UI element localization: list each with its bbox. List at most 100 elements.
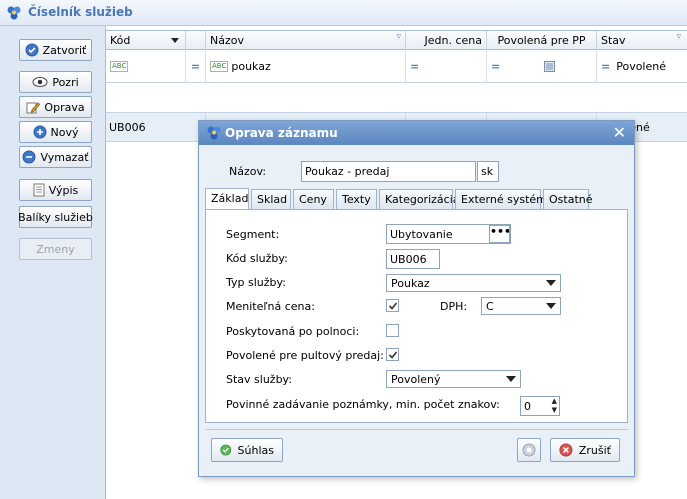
- dialog-footer: Súhlas Zrušiť: [205, 429, 628, 469]
- counter-sale-checkbox[interactable]: [386, 348, 399, 361]
- plus-circle-icon: [33, 125, 46, 139]
- eye-icon: [32, 77, 48, 87]
- help-button[interactable]: [517, 438, 541, 462]
- edit-button[interactable]: Oprava: [19, 96, 92, 118]
- tab-sklad[interactable]: Sklad: [251, 189, 291, 209]
- midnight-checkbox[interactable]: [386, 324, 399, 337]
- filter-status[interactable]: = Povolené: [597, 51, 687, 82]
- service-status-select[interactable]: Povolený: [386, 370, 521, 388]
- edit-button-label: Oprava: [44, 100, 85, 114]
- filter-icon: ▿: [676, 32, 681, 42]
- abc-filter-icon: ABC: [110, 61, 129, 72]
- minus-circle-icon: [22, 150, 36, 164]
- midnight-label: Poskytovaná po polnoci:: [226, 325, 360, 338]
- dialog-title: Oprava záznamu: [225, 126, 338, 140]
- name-label: Názov:: [229, 165, 267, 178]
- filter-price[interactable]: =: [406, 51, 487, 82]
- chevron-down-icon: [546, 280, 556, 286]
- report-button[interactable]: Výpis: [19, 179, 92, 201]
- chevron-down-icon: [506, 376, 516, 382]
- service-status-label: Stav služby:: [226, 373, 292, 386]
- tab-externe-systemy[interactable]: Externé systémy: [455, 189, 553, 209]
- window-title: Číselník služieb: [28, 5, 133, 19]
- packages-button-label: Balíky služieb: [18, 210, 93, 224]
- filter-icon: ▿: [396, 32, 401, 42]
- segment-label: Segment:: [226, 228, 280, 241]
- stepper-arrows-icon[interactable]: ▲ ▼: [552, 397, 557, 415]
- vat-select[interactable]: C: [481, 297, 561, 315]
- dialog-title-bar: Oprava záznamu ✕: [199, 121, 634, 145]
- variable-price-label: Meniteľná cena:: [226, 300, 315, 313]
- tab-texty[interactable]: Texty: [336, 189, 377, 209]
- filter-name[interactable]: ABC poukaz: [206, 51, 406, 82]
- column-header-name[interactable]: Názov ▿: [206, 31, 406, 50]
- note-min-chars-label: Povinné zadávanie poznámky, min. počet z…: [226, 398, 500, 411]
- tab-ceny[interactable]: Ceny: [293, 189, 334, 209]
- segment-browse-button[interactable]: •••: [489, 225, 510, 243]
- sidebar: Zatvoriť Pozri Oprava Nový Vymazať Výpis…: [0, 26, 106, 499]
- equals-icon: =: [491, 60, 501, 73]
- changes-button[interactable]: Zmeny: [19, 238, 92, 260]
- changes-button-label: Zmeny: [36, 242, 75, 256]
- cancel-circle-icon: [559, 443, 573, 457]
- column-header-price[interactable]: Jedn. cena: [406, 31, 487, 50]
- cancel-button-label: Zrušiť: [578, 443, 611, 457]
- new-button-label: Nový: [50, 125, 79, 139]
- delete-button-label: Vymazať: [40, 150, 89, 164]
- cancel-button[interactable]: Zrušiť: [550, 438, 620, 462]
- column-header-code[interactable]: Kód: [106, 31, 186, 50]
- service-type-select[interactable]: Poukaz: [386, 274, 561, 292]
- tab-panel-zaklad: Segment: Ubytovanie ••• Kód služby: UB00…: [205, 209, 628, 423]
- filter-row: ABC = ABC poukaz = = = Povolené: [106, 51, 687, 83]
- pencil-icon: [26, 102, 41, 114]
- cell-code: UB006: [106, 113, 206, 141]
- note-min-chars-stepper[interactable]: 0 ▲ ▼: [520, 396, 560, 416]
- edit-record-dialog: Oprava záznamu ✕ Názov: Poukaz - predaj …: [198, 120, 635, 477]
- close-icon[interactable]: ✕: [613, 123, 626, 142]
- packages-button[interactable]: Balíky služieb: [18, 206, 93, 228]
- filter-allowed-pp-checkbox[interactable]: [544, 61, 556, 72]
- service-code-input[interactable]: UB006: [386, 249, 440, 269]
- grid-header: Kód Názov ▿ Jedn. cena Povolená pre PP S…: [106, 30, 687, 50]
- check-circle-icon: [220, 444, 232, 456]
- counter-sale-label: Povolené pre pultový predaj:: [226, 349, 384, 362]
- name-input[interactable]: Poukaz - predaj: [301, 161, 476, 182]
- filter-code[interactable]: ABC: [106, 51, 186, 82]
- tab-zaklad[interactable]: Základ: [205, 188, 249, 209]
- new-button[interactable]: Nový: [19, 121, 92, 143]
- column-header-allowed-pp[interactable]: Povolená pre PP: [487, 31, 597, 50]
- abc-filter-icon: ABC: [210, 61, 229, 72]
- close-button-label: Zatvoriť: [42, 43, 87, 57]
- app-icon: [7, 6, 21, 20]
- checkmark-icon: [388, 301, 397, 310]
- tab-ostatne[interactable]: Ostatné: [543, 189, 593, 209]
- app-icon: [207, 126, 221, 140]
- close-button[interactable]: Zatvoriť: [19, 39, 92, 61]
- confirm-button[interactable]: Súhlas: [211, 438, 283, 462]
- delete-button[interactable]: Vymazať: [19, 146, 92, 168]
- column-header-status[interactable]: Stav ▿: [597, 31, 687, 50]
- help-icon: [522, 443, 536, 457]
- tab-kategorizacia[interactable]: Kategorizácia: [379, 189, 460, 209]
- filter-allowed-pp[interactable]: =: [487, 51, 597, 82]
- confirm-button-label: Súhlas: [237, 443, 274, 457]
- check-circle-icon: [25, 43, 39, 57]
- view-button-label: Pozri: [52, 75, 79, 89]
- equals-icon: =: [410, 60, 420, 73]
- equals-icon: =: [190, 60, 201, 73]
- filter-operator-name[interactable]: =: [186, 51, 206, 82]
- sort-desc-icon: [171, 38, 179, 43]
- language-input[interactable]: sk: [477, 161, 499, 182]
- vat-label: DPH:: [440, 300, 468, 313]
- view-button[interactable]: Pozri: [19, 71, 92, 93]
- checkmark-icon: [388, 350, 397, 359]
- chevron-down-icon: [546, 303, 556, 309]
- window-title-bar: Číselník služieb: [0, 0, 687, 26]
- service-type-label: Typ služby:: [226, 276, 286, 289]
- variable-price-checkbox[interactable]: [386, 299, 399, 312]
- document-icon: [33, 183, 45, 197]
- service-code-label: Kód služby:: [226, 252, 288, 265]
- column-header-spacer: [186, 31, 206, 50]
- equals-icon: =: [601, 60, 611, 73]
- report-button-label: Výpis: [48, 183, 79, 197]
